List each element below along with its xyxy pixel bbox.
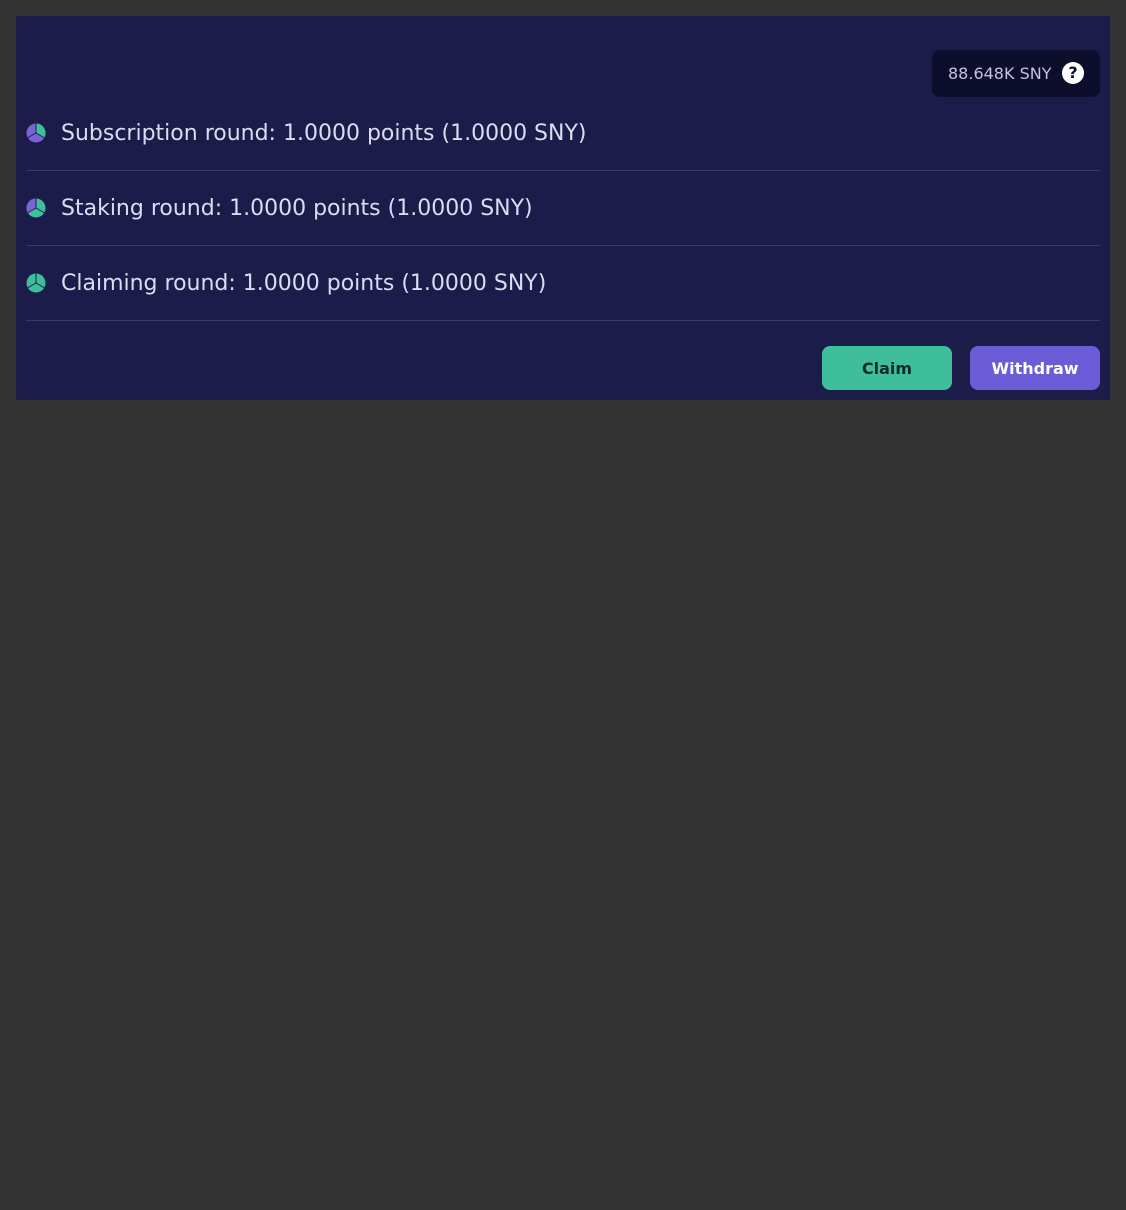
round-row-subscription: Subscription round: 1.0000 points (1.000… — [26, 96, 1100, 171]
help-icon[interactable]: ? — [1062, 62, 1084, 84]
rewards-panel: 88.648K SNY ? Subscription round: 1.0000… — [16, 16, 1110, 400]
round-row-staking: Staking round: 1.0000 points (1.0000 SNY… — [26, 171, 1100, 246]
pie-chart-icon — [26, 123, 46, 143]
withdraw-button[interactable]: Withdraw — [970, 346, 1100, 390]
claim-button[interactable]: Claim — [822, 346, 952, 390]
round-label: Claiming round: 1.0000 points (1.0000 SN… — [61, 271, 547, 296]
balance-badge: 88.648K SNY ? — [932, 50, 1100, 97]
pie-chart-icon — [26, 198, 46, 218]
pie-chart-icon — [26, 273, 46, 293]
round-label: Subscription round: 1.0000 points (1.000… — [61, 121, 587, 146]
round-label: Staking round: 1.0000 points (1.0000 SNY… — [61, 196, 533, 221]
round-row-claiming: Claiming round: 1.0000 points (1.0000 SN… — [26, 246, 1100, 321]
balance-value: 88.648K SNY — [948, 64, 1052, 83]
